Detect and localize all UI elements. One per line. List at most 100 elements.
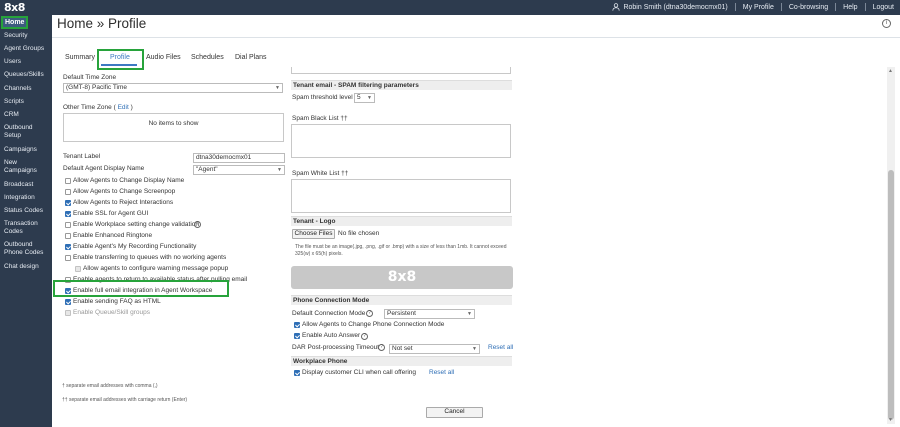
sidebar-item-security[interactable]: Security (4, 32, 50, 40)
checkbox-label: Enable sending FAQ as HTML (73, 298, 161, 305)
checkbox-warning-popup[interactable] (75, 266, 81, 272)
tab-audio-files[interactable]: Audio Files (146, 54, 181, 61)
checkbox-my-recording[interactable] (65, 244, 71, 250)
default-connection-label: Default Connection Mode (292, 310, 366, 317)
spam-threshold-select[interactable]: 5 ▼ (354, 93, 375, 103)
edit-time-zone-link[interactable]: Edit (118, 104, 129, 111)
other-time-zone-close: ) (130, 104, 133, 111)
agent-display-name-value: "Agent" (196, 166, 218, 173)
spam-section-header: Tenant email - SPAM filtering parameters (291, 80, 512, 90)
sidebar-item-agent-groups[interactable]: Agent Groups (4, 45, 50, 53)
checkbox-label: Display customer CLI when call offering (302, 369, 417, 376)
scroll-up-icon[interactable]: ▲ (888, 68, 893, 74)
agent-display-name-select[interactable]: "Agent" ▼ (193, 165, 285, 175)
other-time-zone-list[interactable]: No items to show (63, 113, 284, 142)
default-time-zone-label: Default Time Zone (63, 74, 117, 81)
user-icon (612, 3, 621, 11)
current-user: Robin Smith (dtna30democmx01) (623, 3, 728, 11)
checkbox-display-cli[interactable] (294, 370, 300, 376)
sidebar-item-queues-skills[interactable]: Queues/Skills (4, 71, 50, 79)
divider (52, 37, 900, 38)
footnote-comma: † separate email addresses with comma (,… (62, 383, 158, 389)
help-link[interactable]: Help (843, 4, 857, 11)
sidebar-item-status-codes[interactable]: Status Codes (4, 207, 50, 215)
logo-section-header: Tenant - Logo (291, 216, 512, 226)
tenant-label-input[interactable]: dtna30democmx01 (193, 153, 285, 163)
scrollbar-thumb[interactable] (888, 170, 894, 420)
sidebar-item-channels[interactable]: Channels (4, 85, 50, 93)
divider (864, 3, 866, 11)
tenant-label-label: Tenant Label (63, 153, 101, 160)
help-icon[interactable]: ? (366, 310, 373, 317)
checkbox-label: Enable transferring to queues with no wo… (73, 254, 227, 261)
spam-white-list-textarea[interactable] (291, 179, 511, 213)
help-icon[interactable]: ? (194, 221, 201, 228)
tenant-logo-preview: 8x8 (291, 266, 513, 289)
checkbox-label: Enable Auto Answer (302, 332, 361, 339)
dar-timeout-select[interactable]: Not set ▼ (389, 344, 480, 354)
checkbox-auto-answer[interactable] (294, 333, 300, 339)
checkbox-faq-html[interactable] (65, 299, 71, 305)
checkbox-label: Enable Queue/Skill groups (73, 309, 150, 316)
divider (835, 3, 837, 11)
brand-logo: 8x8 (4, 1, 25, 14)
sidebar-item-campaigns[interactable]: Campaigns (4, 146, 50, 154)
chevron-down-icon: ▼ (277, 167, 282, 173)
workplace-phone-header: Workplace Phone (291, 356, 512, 366)
chevron-down-icon: ▼ (367, 95, 372, 101)
logout-link[interactable]: Logout (873, 4, 894, 11)
help-icon[interactable]: ? (361, 333, 368, 340)
reset-all-link[interactable]: Reset all (429, 369, 454, 377)
co-browsing-link[interactable]: Co-browsing (789, 4, 828, 11)
chevron-down-icon: ▼ (472, 346, 477, 352)
checkbox-enable-ssl[interactable] (65, 211, 71, 217)
checkbox-change-connection-mode[interactable] (294, 322, 300, 328)
checkbox-label: Allow Agents to Change Screenpop (73, 188, 176, 195)
tab-dial-plans[interactable]: Dial Plans (235, 54, 267, 61)
checkbox-enhanced-ringtone[interactable] (65, 233, 71, 239)
my-profile-link[interactable]: My Profile (743, 4, 774, 11)
info-icon[interactable]: i (882, 19, 891, 28)
divider (780, 3, 782, 11)
sidebar-item-scripts[interactable]: Scripts (4, 98, 50, 106)
sidebar-item-transaction-codes[interactable]: Transaction Codes (4, 220, 50, 236)
checkbox-transfer-no-agents[interactable] (65, 255, 71, 261)
checkbox-change-screenpop[interactable] (65, 189, 71, 195)
checkbox-label: Allow Agents to Change Phone Connection … (302, 321, 445, 328)
previous-field-box (291, 67, 511, 74)
spam-threshold-label: Spam threshold level (292, 94, 353, 101)
phone-section-header: Phone Connection Mode (291, 295, 512, 305)
tab-schedules[interactable]: Schedules (191, 54, 224, 61)
sidebar-item-outbound-phone-codes[interactable]: Outbound Phone Codes (4, 241, 50, 257)
checkbox-workplace-validation[interactable] (65, 222, 71, 228)
sidebar-item-outbound-setup[interactable]: Outbound Setup (4, 124, 50, 140)
other-time-zone-text: Other Time Zone ( (63, 104, 116, 111)
default-time-zone-value: (GMT-8) Pacific Time (66, 84, 128, 91)
sidebar-item-users[interactable]: Users (4, 58, 50, 66)
sidebar-item-broadcast[interactable]: Broadcast (4, 181, 50, 189)
help-icon[interactable]: ? (378, 344, 385, 351)
checkbox-queue-skill-groups[interactable] (65, 310, 71, 316)
choose-files-button[interactable]: Choose Files (292, 229, 335, 239)
scrollbar[interactable]: ▲ ▼ (887, 67, 895, 424)
sidebar-item-crm[interactable]: CRM (4, 111, 50, 119)
spam-black-list-label: Spam Black List †† (292, 115, 348, 122)
checkbox-label: Allow agents to configure warning messag… (83, 265, 229, 272)
default-time-zone-select[interactable]: (GMT-8) Pacific Time ▼ (63, 83, 283, 93)
checkbox-label: Allow Agents to Change Display Name (73, 177, 185, 184)
scroll-down-icon[interactable]: ▼ (888, 417, 893, 423)
checkbox-reject-interactions[interactable] (65, 200, 71, 206)
sidebar-item-new-campaigns[interactable]: New Campaigns (4, 159, 50, 175)
dar-timeout-label: DAR Post-processing Timeout (292, 344, 380, 351)
tab-summary[interactable]: Summary (65, 54, 95, 61)
agent-display-name-label: Default Agent Display Name (63, 165, 145, 172)
reset-all-link[interactable]: Reset all (488, 344, 513, 352)
default-connection-select[interactable]: Persistent ▼ (384, 309, 475, 319)
checkbox-change-display-name[interactable] (65, 178, 71, 184)
spam-black-list-textarea[interactable] (291, 124, 511, 158)
checkbox-label: Enable Agent's My Recording Functionalit… (73, 243, 197, 250)
sidebar-item-chat-design[interactable]: Chat design (4, 263, 50, 271)
cancel-button[interactable]: Cancel (426, 407, 483, 418)
sidebar-item-integration[interactable]: Integration (4, 194, 50, 202)
sidebar-item-home[interactable]: Home (1, 16, 28, 29)
